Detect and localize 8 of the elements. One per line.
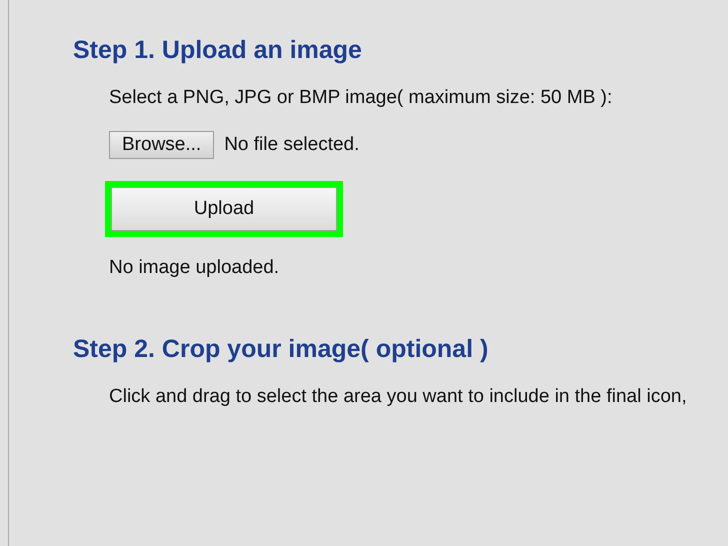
instruction-text: Click and drag to select the area you want to include in the final icon, xyxy=(109,386,687,408)
instruction-text: Select a PNG, JPG or BMP image( maximum size: 50 MB ): xyxy=(109,87,612,109)
step-heading: Step 2. Crop your image( optional ) xyxy=(73,335,490,364)
file-status-text: No file selected. xyxy=(224,134,360,156)
upload-button[interactable]: Upload xyxy=(111,187,337,231)
upload-status-text: No image uploaded. xyxy=(109,257,280,279)
browse-button[interactable]: Browse... xyxy=(109,131,214,159)
step-heading: Step 1. Upload an image xyxy=(73,36,363,65)
